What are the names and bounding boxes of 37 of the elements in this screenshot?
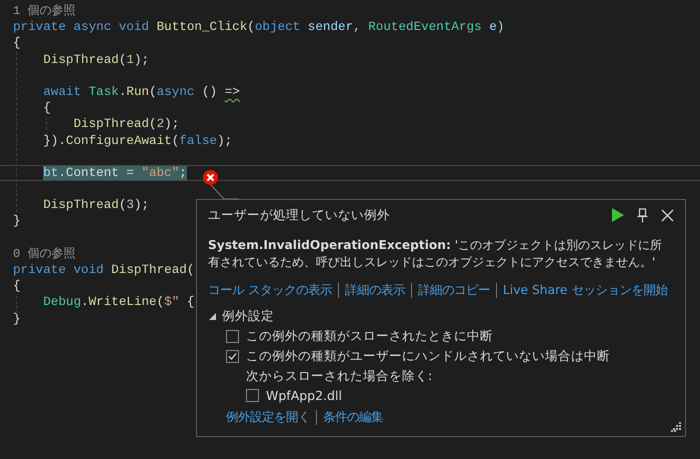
code-line: await Task.Run(async () => <box>42 84 240 99</box>
popup-link[interactable]: 詳細のコピー <box>418 282 490 299</box>
reference-count[interactable]: 1 個の参照 <box>13 4 76 18</box>
reference-count[interactable]: 0 個の参照 <box>13 246 76 261</box>
code-line: DispThread(1); <box>42 52 150 67</box>
popup-link[interactable]: Live Share セッションを開始 <box>502 282 668 299</box>
collapse-triangle-icon[interactable] <box>208 312 217 321</box>
checkbox-label: WpfApp2.dll <box>266 388 342 403</box>
checkbox[interactable] <box>226 330 239 343</box>
popup-link[interactable]: コール スタックの表示 <box>208 282 332 299</box>
code-line: } <box>13 214 21 228</box>
checkbox[interactable] <box>226 350 239 363</box>
popup-link[interactable]: 例外設定を開く <box>226 409 310 426</box>
close-icon[interactable] <box>661 208 674 222</box>
code-line: DispThread(3); <box>42 198 150 212</box>
code-line: bt.Content = "abc"; <box>42 166 187 180</box>
checkbox[interactable] <box>246 389 259 402</box>
code-line: private void DispThread( <box>13 263 194 277</box>
exception-message: System.InvalidOperationException: 'このオブジェクトは別のスレッドに所有されているため、呼び出しスレッドはこのオブジェクトにアクセスできません。' <box>208 237 664 271</box>
code-line: Debug.WriteLine($" { <box>42 295 194 310</box>
code-line: }).ConfigureAwait(false); <box>42 134 232 148</box>
exclusion-label: 次からスローされた場合を除く: <box>246 368 432 383</box>
pin-icon[interactable] <box>637 208 648 222</box>
checkbox-label: この例外の種類がユーザーにハンドルされていない場合は中断 <box>246 348 610 365</box>
play-icon[interactable] <box>612 208 624 222</box>
resize-grip-icon[interactable] <box>671 422 681 432</box>
error-icon <box>203 170 218 185</box>
code-line: { <box>13 279 21 294</box>
checkbox-label: この例外の種類がスローされたときに中断 <box>246 328 493 345</box>
code-line: private async void Button_Click(object sender, RoutedEventArgs e) <box>13 20 504 34</box>
popup-title: ユーザーが処理していない例外 <box>208 206 390 224</box>
code-line: { <box>42 101 51 116</box>
code-line: { <box>13 36 21 50</box>
code-line: DispThread(2); <box>72 117 180 132</box>
popup-link[interactable]: 条件の編集 <box>323 409 383 426</box>
popup-link[interactable]: 詳細の表示 <box>344 282 405 299</box>
section-header: 例外設定 <box>222 308 274 325</box>
